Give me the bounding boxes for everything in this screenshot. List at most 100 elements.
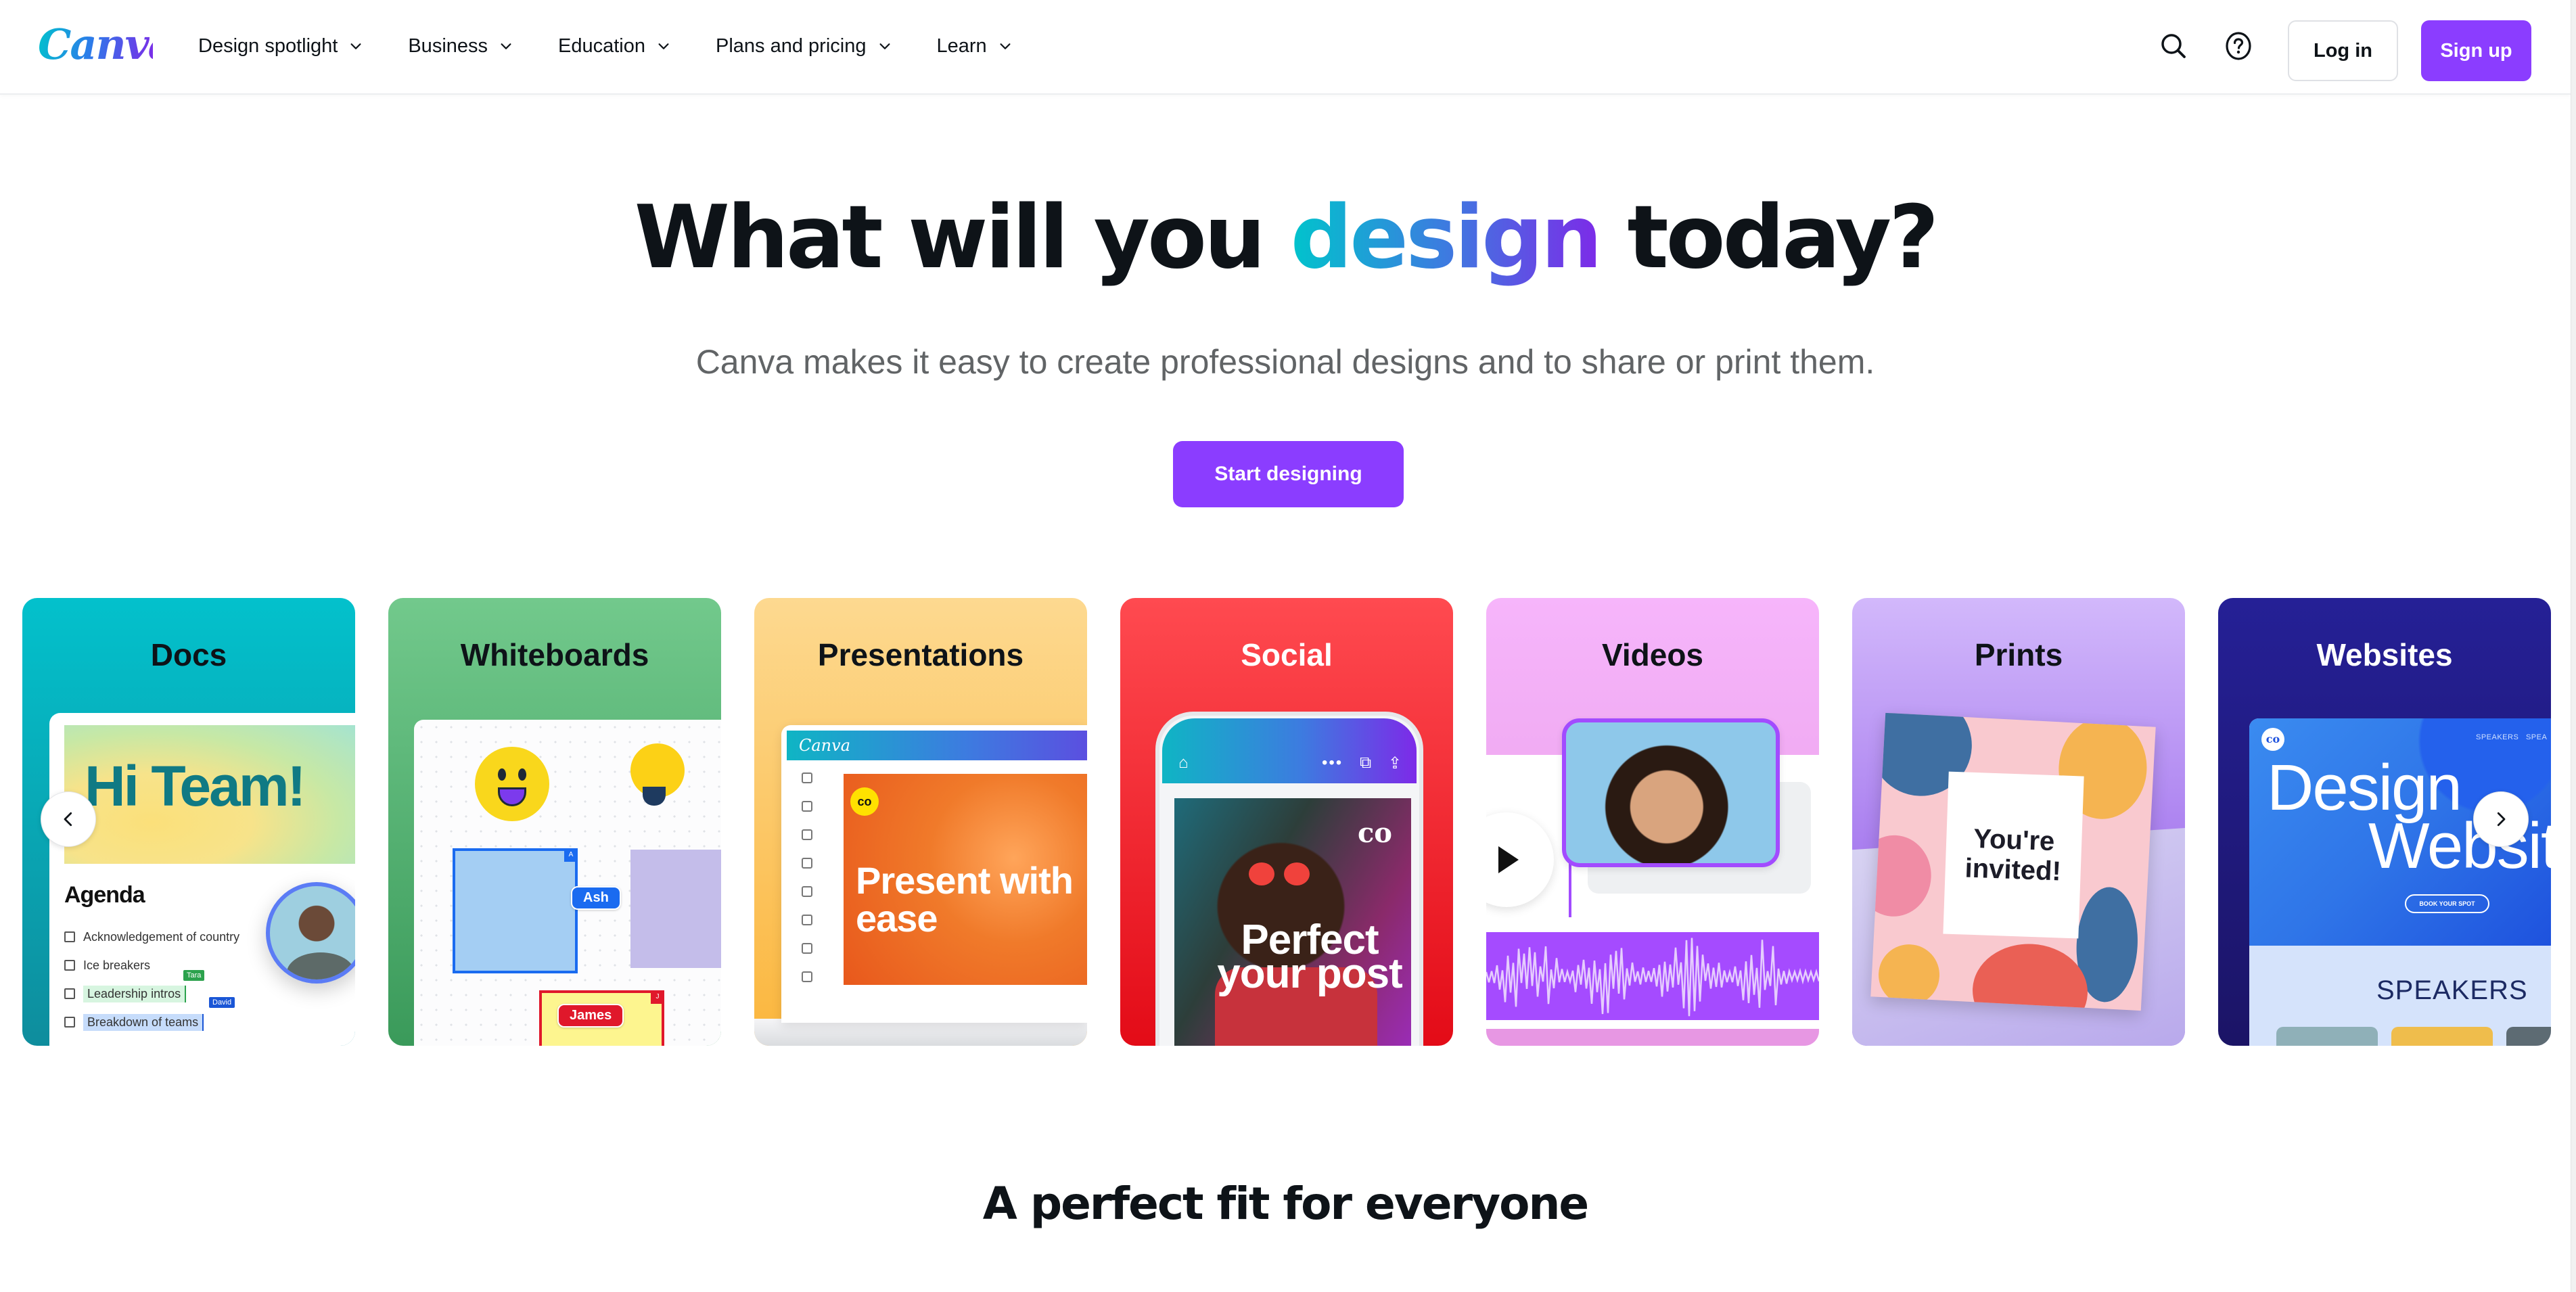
docs-subheading: Agenda: [64, 882, 145, 908]
audio-waveform: [1486, 932, 1819, 1020]
slide-text: Present with ease: [856, 859, 1074, 940]
brand-badge: co: [2261, 728, 2284, 751]
checkbox-icon: [64, 960, 75, 971]
speakers-heading: SPEAKERS: [2376, 975, 2528, 1005]
social-post-image: co Perfect your post: [1174, 798, 1411, 1046]
docs-heading: Hi Team!: [85, 754, 306, 818]
tool-icon: [802, 886, 812, 897]
lightbulb-sticker-icon: [630, 743, 685, 806]
log-in-button[interactable]: Log in: [2288, 20, 2398, 81]
section-heading: A perfect fit for everyone: [982, 1178, 1589, 1230]
headline-text: What will you: [634, 187, 1291, 288]
nav-learn[interactable]: Learn: [937, 35, 1013, 57]
nav-label: Business: [408, 34, 488, 57]
docs-preview: Hi Team! Agenda Acknowledgement of count…: [49, 713, 355, 1046]
invitation-card: You're invited!: [1870, 712, 2156, 1011]
chevron-down-icon: [350, 43, 361, 49]
card-footer-band: [1486, 1029, 1819, 1046]
home-icon: ⌂: [1178, 754, 1189, 772]
laptop-base: [754, 1019, 1087, 1046]
design-types-carousel: Docs Hi Team! Agenda Acknowledgement of …: [0, 598, 2571, 1046]
start-designing-button[interactable]: Start designing: [1173, 441, 1404, 507]
tool-icon: [802, 915, 812, 925]
nav-education[interactable]: Education: [558, 35, 671, 57]
cursor-label: James: [557, 1004, 624, 1028]
checklist-item: Acknowledgement of country: [64, 923, 239, 951]
page-scrollbar[interactable]: [2571, 0, 2576, 1292]
card-title: Prints: [1974, 637, 2063, 672]
phone-preview: ⌂ ••• ⧉ ⇪ co Perfect your post: [1155, 712, 1423, 1046]
headline-accent-word: design: [1290, 187, 1603, 288]
canva-logo[interactable]: Canva: [38, 18, 175, 72]
card-social[interactable]: Social ⌂ ••• ⧉ ⇪ co Perfect your post: [1120, 598, 1453, 1046]
app-toolbar: Canva: [787, 731, 1087, 760]
card-presentations[interactable]: Presentations Canva co Present with ease: [754, 598, 1087, 1046]
card-title: Websites: [2316, 637, 2453, 672]
main-nav: Design spotlight Business Education Plan…: [198, 0, 1057, 92]
invitation-text: You're invited!: [1943, 771, 2084, 939]
editor-sidebar: [802, 772, 818, 1000]
website-nav: SPEAKERS SPEA: [2476, 733, 2548, 741]
sticky-note-purple: [630, 850, 721, 968]
checklist-text: Leadership intros: [83, 985, 187, 1002]
corner-tag: J: [651, 990, 664, 1004]
play-icon: [1486, 812, 1554, 907]
corner-tag: A: [564, 848, 578, 862]
chevron-right-icon: [2497, 812, 2506, 827]
whiteboard-preview: A Ash J James: [414, 720, 721, 1046]
search-icon[interactable]: [2157, 30, 2190, 62]
chevron-down-icon: [658, 43, 669, 49]
post-text: Perfect your post: [1217, 917, 1402, 997]
checklist-text: Ice breakers: [83, 958, 151, 972]
help-circle-icon[interactable]: [2222, 30, 2255, 62]
tool-icon: [802, 772, 812, 783]
chevron-down-icon: [501, 43, 511, 49]
carousel-next-button[interactable]: [2473, 791, 2529, 847]
tool-icon: [802, 971, 812, 982]
nav-label: Learn: [936, 34, 987, 57]
nav-design-spotlight[interactable]: Design spotlight: [198, 35, 363, 57]
smiley-sticker-icon: [475, 747, 549, 821]
cursor-label: Ash: [571, 886, 621, 910]
tool-icon: [802, 801, 812, 812]
brand-badge: co: [1357, 817, 1392, 849]
checklist-item: Ice breakers: [64, 951, 239, 979]
hero-subtitle: Canva makes it easy to create profession…: [695, 343, 1875, 381]
top-navigation-bar: Canva Design spotlight Business Educatio…: [0, 0, 2571, 95]
card-whiteboards[interactable]: Whiteboards A Ash J James: [388, 598, 721, 1046]
card-title: Presentations: [817, 637, 1024, 672]
tool-icon: [802, 943, 812, 954]
brand-badge: co: [850, 787, 879, 816]
tool-icon: [802, 858, 812, 869]
share-icon: ⇪: [1388, 754, 1402, 772]
more-icon: •••: [1322, 754, 1343, 772]
chevron-down-icon: [1000, 43, 1011, 49]
hero-headline: What will you design today?: [0, 177, 2571, 299]
presentation-preview: Canva co Present with ease: [781, 725, 1087, 1023]
app-logo: Canva: [799, 736, 850, 755]
checkbox-icon: [64, 931, 75, 942]
checklist-text: Acknowledgement of country: [83, 929, 240, 944]
nav-label: Plans and pricing: [716, 34, 867, 57]
carousel-prev-button[interactable]: [41, 791, 96, 847]
card-prints[interactable]: Prints You're invited!: [1852, 598, 2185, 1046]
checkbox-icon: [64, 1017, 75, 1028]
card-title: Social: [1241, 637, 1333, 672]
tool-icon: [802, 829, 812, 840]
waveform-line: [1486, 938, 1819, 1017]
docs-checklist: Acknowledgement of country Ice breakers …: [64, 923, 239, 1036]
card-title: Docs: [150, 637, 227, 672]
chevron-left-icon: [64, 812, 72, 827]
book-your-spot-button: BOOK YOUR SPOT: [2405, 894, 2489, 913]
video-clip-thumbnail: [1562, 718, 1780, 867]
nav-plans-and-pricing[interactable]: Plans and pricing: [716, 35, 892, 57]
card-title: Videos: [1602, 637, 1703, 672]
nav-label: Design spotlight: [198, 34, 338, 57]
nav-business[interactable]: Business: [408, 35, 513, 57]
speaker-photo: [2391, 1027, 2493, 1046]
checkbox-icon: [64, 988, 75, 999]
checklist-text: Breakdown of teams: [83, 1013, 204, 1031]
phone-app-bar: ⌂ ••• ⧉ ⇪: [1162, 718, 1417, 783]
card-videos[interactable]: Videos: [1486, 598, 1819, 1046]
sign-up-button[interactable]: Sign up: [2421, 20, 2531, 81]
